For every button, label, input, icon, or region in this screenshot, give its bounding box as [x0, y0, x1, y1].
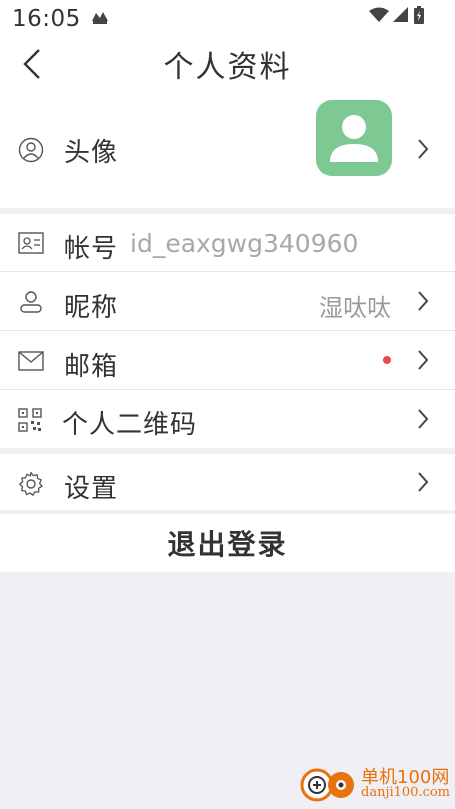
status-bar: 16:05: [0, 0, 455, 40]
id-card-icon: [18, 232, 44, 258]
chevron-right-icon: [417, 290, 429, 316]
avatar-label: 头像: [64, 138, 119, 168]
mailbox-label: 邮箱: [64, 352, 119, 382]
battery-icon: [413, 6, 425, 28]
page-title: 个人资料: [163, 50, 292, 85]
navigation-bar: 个人资料: [0, 40, 455, 90]
site-watermark-logo: 单机100网 danji100.com: [299, 761, 451, 805]
person-icon: [18, 290, 44, 318]
mailbox-row[interactable]: 邮箱: [0, 331, 455, 390]
settings-section: 设置: [0, 454, 455, 510]
qrcode-label: 个人二维码: [62, 410, 198, 440]
app-notification-icon: [90, 9, 110, 29]
account-label: 帐号: [64, 234, 119, 264]
nickname-row[interactable]: 昵称 湿呔呔: [0, 272, 455, 331]
account-row: 帐号 id_eaxgwg340960: [0, 214, 455, 272]
avatar-row[interactable]: 头像: [0, 90, 455, 208]
profile-info-section: 帐号 id_eaxgwg340960 昵称 湿呔呔 邮箱 个人二维码: [0, 214, 455, 448]
watermark-url: danji100.com: [361, 785, 451, 800]
chevron-right-icon: [417, 408, 429, 434]
avatar-section: 头像: [0, 90, 455, 208]
envelope-icon: [18, 351, 44, 375]
gear-icon: [18, 471, 44, 501]
nickname-label: 昵称: [64, 293, 119, 323]
account-value: id_eaxgwg340960: [130, 229, 359, 258]
qrcode-row[interactable]: 个人二维码: [0, 390, 455, 448]
signal-icon: [393, 7, 409, 27]
chevron-right-icon: [417, 349, 429, 375]
avatar[interactable]: [316, 100, 392, 176]
logout-button[interactable]: 退出登录: [0, 514, 455, 572]
unread-badge-dot: [383, 356, 391, 364]
chevron-right-icon: [417, 471, 429, 497]
wifi-icon: [369, 7, 389, 27]
settings-row[interactable]: 设置: [0, 454, 455, 510]
settings-label: 设置: [64, 474, 119, 504]
watermark-logo-icon: [300, 768, 354, 802]
qr-code-icon: [18, 408, 42, 436]
nickname-value: 湿呔呔: [319, 294, 391, 322]
status-time: 16:05: [12, 6, 81, 32]
user-circle-icon: [18, 137, 44, 167]
chevron-right-icon: [417, 138, 429, 164]
